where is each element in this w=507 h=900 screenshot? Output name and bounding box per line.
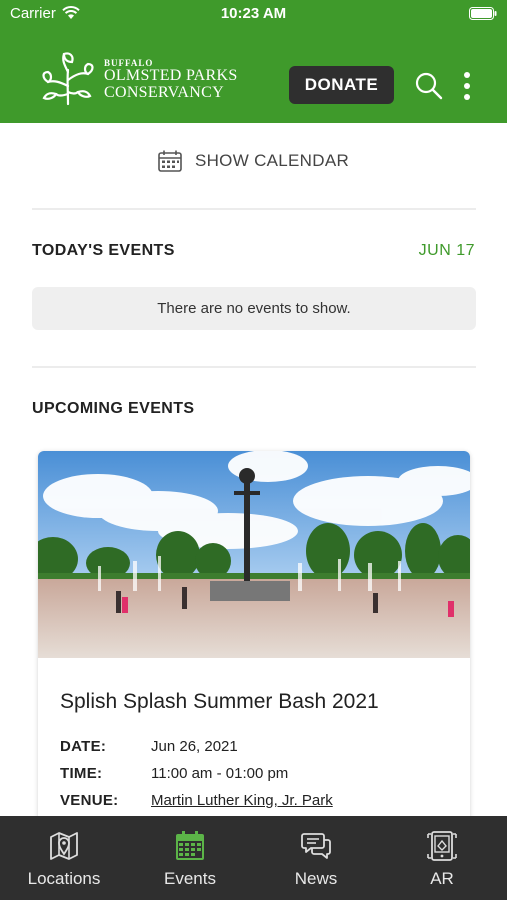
tab-locations[interactable]: Locations bbox=[1, 816, 127, 900]
event-date: Jun 26, 2021 bbox=[151, 738, 238, 755]
status-bar: Carrier 10:23 AM bbox=[0, 0, 507, 28]
divider bbox=[32, 366, 476, 368]
tab-label: News bbox=[294, 869, 338, 888]
map-pin-icon bbox=[50, 832, 78, 860]
tree-logo-icon bbox=[42, 52, 94, 106]
battery-icon bbox=[469, 7, 497, 20]
clock: 10:23 AM bbox=[220, 5, 287, 22]
conservancy-logo[interactable]: BUFFALO OLMSTED PARKS CONSERVANCY bbox=[38, 50, 253, 106]
tab-ar[interactable]: AR bbox=[379, 816, 505, 900]
show-calendar-button[interactable]: SHOW CALENDAR bbox=[0, 150, 507, 180]
venue-label: VENUE: bbox=[60, 792, 119, 809]
divider bbox=[32, 208, 476, 210]
ar-icon bbox=[427, 831, 457, 861]
tab-label: Locations bbox=[27, 869, 101, 888]
event-card[interactable]: Splish Splash Summer Bash 2021 DATE: Jun… bbox=[38, 451, 470, 831]
show-calendar-label: SHOW CALENDAR bbox=[194, 151, 350, 170]
tab-events[interactable]: Events bbox=[127, 816, 253, 900]
event-title[interactable]: Splish Splash Summer Bash 2021 bbox=[60, 690, 379, 714]
bottom-tab-bar: Locations Events News AR bbox=[0, 816, 507, 900]
chat-bubbles-icon bbox=[301, 833, 331, 859]
donate-button[interactable]: DONATE bbox=[289, 66, 394, 104]
tab-label: AR bbox=[430, 869, 454, 888]
app-header: BUFFALO OLMSTED PARKS CONSERVANCY DONATE bbox=[0, 28, 507, 123]
tab-label: Events bbox=[164, 869, 216, 888]
event-time: 11:00 am - 01:00 pm bbox=[151, 765, 289, 782]
logo-line-3: CONSERVANCY bbox=[104, 84, 224, 101]
calendar-icon bbox=[176, 831, 204, 860]
todays-events-heading: TODAY'S EVENTS bbox=[32, 242, 175, 259]
no-events-message: There are no events to show. bbox=[32, 287, 476, 330]
search-icon[interactable] bbox=[414, 71, 444, 101]
logo-line-2: OLMSTED PARKS bbox=[104, 67, 238, 84]
today-date: JUN 17 bbox=[418, 242, 475, 259]
date-label: DATE: bbox=[60, 738, 107, 755]
event-venue-link[interactable]: Martin Luther King, Jr. Park bbox=[151, 792, 333, 809]
calendar-icon bbox=[158, 150, 182, 172]
time-label: TIME: bbox=[60, 765, 103, 782]
event-photo bbox=[38, 451, 470, 658]
more-vertical-icon[interactable] bbox=[456, 70, 478, 102]
upcoming-events-heading: UPCOMING EVENTS bbox=[32, 400, 195, 417]
tab-news[interactable]: News bbox=[253, 816, 379, 900]
